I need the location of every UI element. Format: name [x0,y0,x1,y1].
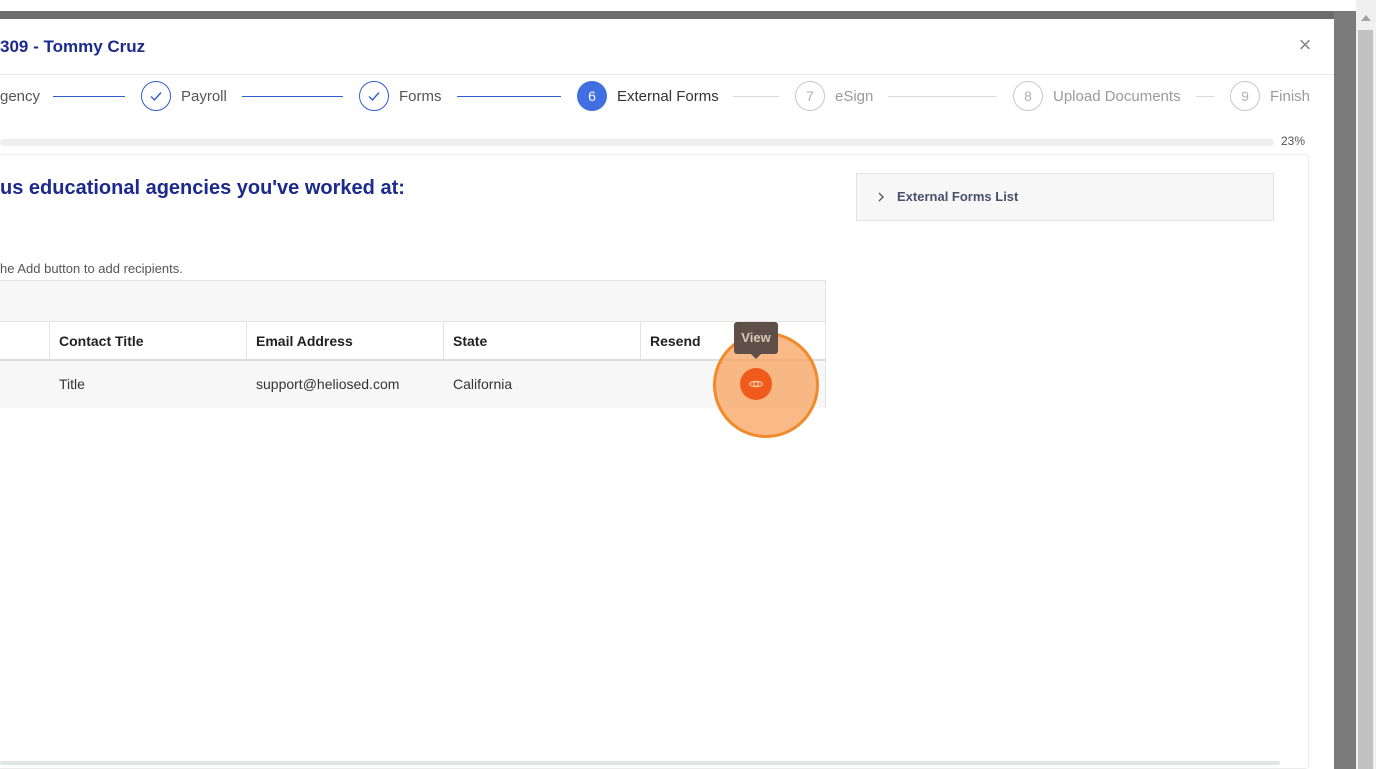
step-payroll[interactable]: Payroll [141,80,227,112]
step-forms[interactable]: Forms [359,80,442,112]
scroll-up-icon[interactable] [1361,15,1371,21]
step-external-forms[interactable]: 6 External Forms [577,80,719,112]
step-label: gency [0,87,41,105]
close-icon[interactable]: × [1295,34,1315,56]
step-finish[interactable]: 9 Finish [1230,80,1310,112]
step-label: eSign [835,87,874,105]
step-connector [53,96,125,97]
cell-contact-title: Title [59,376,85,392]
cell-state: California [453,376,513,392]
check-icon [141,81,171,111]
progress-percent: 23% [1281,134,1306,148]
eye-icon[interactable] [740,368,772,400]
step-upload-documents[interactable]: 8 Upload Documents [1013,80,1181,112]
table-row[interactable] [0,361,825,408]
hint-text: he Add button to add recipients. [0,261,183,276]
step-connector [457,96,561,97]
column-header-resend[interactable]: Resend [641,322,735,360]
step-connector [242,96,343,97]
section-heading: us educational agencies you've worked at… [0,177,405,199]
step-number: 7 [795,81,825,111]
column-header-state[interactable]: State [444,322,641,360]
step-label: Forms [399,87,442,105]
accordion-label: External Forms List [897,189,1019,204]
cell-email-address: support@heliosed.com [256,376,400,392]
step-label: External Forms [617,87,719,105]
tooltip-arrow [751,354,761,359]
scrollbar-thumb[interactable] [1358,30,1373,769]
check-icon [359,81,389,111]
modal-header: 309 - Tommy Cruz × [0,19,1334,75]
column-header-email-address[interactable]: Email Address [247,322,444,360]
step-connector [888,96,997,97]
table-toolbar [0,281,825,322]
step-number: 9 [1230,81,1260,111]
step-connector [1196,96,1214,97]
step-agency[interactable]: gency [0,80,40,112]
modal-title: 309 - Tommy Cruz [0,37,146,56]
top-band [0,0,1356,11]
step-label: Payroll [181,87,227,105]
column-header-contact-title[interactable]: Contact Title [50,322,247,360]
chevron-right-icon [873,189,889,205]
step-number: 8 [1013,81,1043,111]
step-number: 6 [577,81,607,111]
step-connector [733,96,779,97]
step-esign[interactable]: 7 eSign [795,80,873,112]
step-label: Finish [1270,87,1311,105]
recipients-table: Contact Title Email Address State Resend… [0,280,826,408]
content-panel [0,154,1309,769]
view-tooltip: View [734,322,778,354]
progress-bar [0,139,1274,146]
column-header[interactable] [0,322,50,360]
horizontal-scrollbar[interactable] [0,761,1280,765]
backdrop-overlay [1334,11,1356,769]
external-forms-list-accordion[interactable]: External Forms List [856,173,1274,221]
step-label: Upload Documents [1053,87,1181,105]
